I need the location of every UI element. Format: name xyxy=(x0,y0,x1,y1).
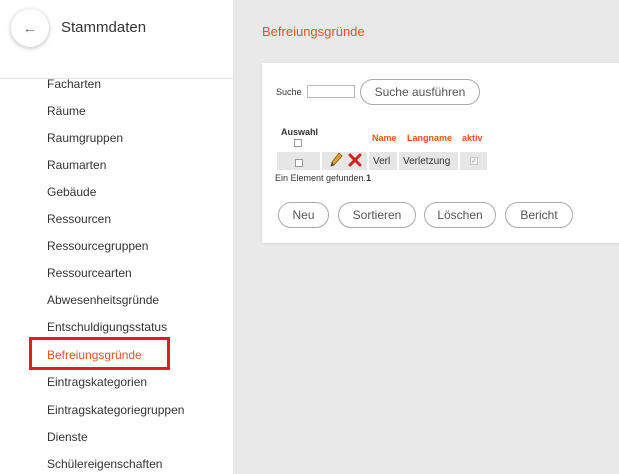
sidebar-title: Stammdaten xyxy=(61,19,147,36)
report-button[interactable]: Bericht xyxy=(505,202,573,228)
column-header-name[interactable]: Name xyxy=(372,133,397,143)
result-found-label: Ein Element gefunden. xyxy=(275,173,367,183)
sort-button[interactable]: Sortieren xyxy=(338,202,416,228)
back-button[interactable]: ← xyxy=(11,9,49,47)
sidebar-item-ressourcen[interactable]: Ressourcen xyxy=(47,212,111,226)
column-header-aktiv[interactable]: aktiv xyxy=(462,133,483,143)
back-arrow-icon: ← xyxy=(22,19,38,37)
pencil-icon[interactable] xyxy=(329,152,343,168)
column-header-auswahl: Auswahl xyxy=(281,127,319,137)
sidebar-item-eintragskategoriegruppen[interactable]: Eintragskategoriegruppen xyxy=(47,403,184,417)
sidebar-item-ressourcearten[interactable]: Ressourcearten xyxy=(47,266,132,280)
sidebar-item-gebaeude[interactable]: Gebäude xyxy=(47,185,96,199)
aktiv-checkbox: ✓ xyxy=(470,157,478,165)
delete-button[interactable]: Löschen xyxy=(424,202,496,228)
cell-langname: Verletzung xyxy=(399,152,458,170)
page-title: Befreiungsgründe xyxy=(262,24,365,39)
result-count: 1 xyxy=(366,173,372,183)
sidebar-item-facharten[interactable]: Facharten xyxy=(47,77,101,91)
sidebar-item-ressourcegruppen[interactable]: Ressourcegruppen xyxy=(47,239,148,253)
result-count-text: Ein Element gefunden.1 xyxy=(275,173,371,183)
sidebar-item-abwesenheitsgruende[interactable]: Abwesenheitsgründe xyxy=(47,293,159,307)
new-button[interactable]: Neu xyxy=(278,202,329,228)
sidebar-item-raeume[interactable]: Räume xyxy=(47,104,86,118)
search-button[interactable]: Suche ausführen xyxy=(360,79,480,105)
sidebar-item-schuelereigenschaften[interactable]: Schülereigenschaften xyxy=(47,457,162,471)
sidebar-item-raumgruppen[interactable]: Raumgruppen xyxy=(47,131,123,145)
sidebar-item-raumarten[interactable]: Raumarten xyxy=(47,158,106,172)
sidebar-item-entschuldigungsstatus[interactable]: Entschuldigungsstatus xyxy=(47,320,167,334)
sidebar-item-dienste[interactable]: Dienste xyxy=(47,430,88,444)
search-input[interactable] xyxy=(307,85,355,98)
column-header-langname[interactable]: Langname xyxy=(407,133,452,143)
select-all-checkbox[interactable] xyxy=(294,139,302,147)
search-label: Suche xyxy=(276,87,302,97)
cell-name: Verl xyxy=(369,152,397,170)
delete-x-icon[interactable] xyxy=(348,152,362,168)
content-panel: Suche Suche ausführen Auswahl Name Langn… xyxy=(262,63,619,243)
sidebar: ← Stammdaten Facharten Räume Raumgruppen… xyxy=(0,0,234,474)
row-checkbox[interactable] xyxy=(295,159,303,167)
sidebar-divider xyxy=(0,78,233,79)
sidebar-item-eintragskategorien[interactable]: Eintragskategorien xyxy=(47,375,147,389)
active-item-highlight xyxy=(29,337,170,370)
